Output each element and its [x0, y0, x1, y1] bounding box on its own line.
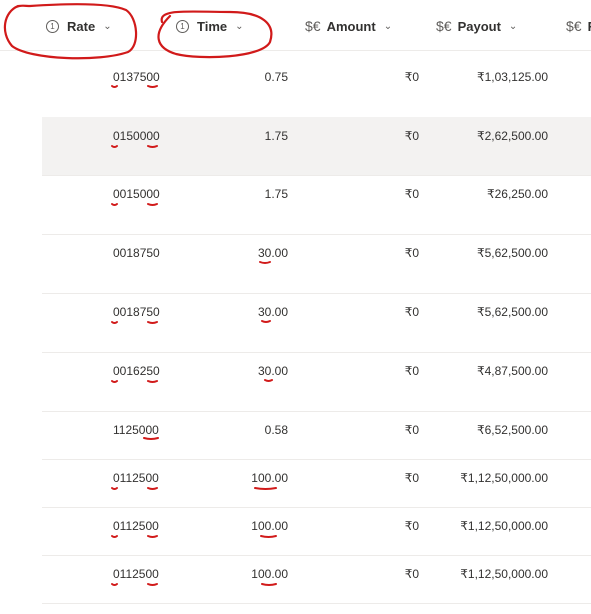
- column-header-amount[interactable]: $€ Amount ⌄: [305, 14, 392, 38]
- cell-time: 0.58: [264, 423, 288, 437]
- cell-payout: ₹26,250.00: [486, 187, 548, 201]
- cell-payout: ₹6,52,500.00: [476, 423, 548, 437]
- column-header-time[interactable]: 1 Time ⌄: [176, 14, 244, 38]
- currency-type-icon: $€: [566, 18, 582, 34]
- currency-type-icon: $€: [436, 18, 452, 34]
- cell-amount: ₹0: [404, 567, 419, 581]
- number-type-icon: 1: [46, 19, 59, 33]
- cell-amount: ₹0: [404, 187, 419, 201]
- cell-time: 30.00: [257, 364, 288, 378]
- number-type-icon: 1: [176, 19, 189, 33]
- cell-rate: 0018750: [113, 246, 160, 260]
- cell-payout: ₹1,03,125.00: [476, 70, 548, 84]
- chevron-down-icon: ⌄: [103, 20, 112, 32]
- cell-time: 100.00: [251, 519, 288, 533]
- column-label-time: Time: [197, 18, 228, 34]
- table-row[interactable]: 1125000 0.58 ₹0 ₹6,52,500.00: [42, 411, 591, 460]
- cell-amount: ₹0: [404, 129, 419, 143]
- cell-payout: ₹5,62,500.00: [476, 246, 548, 260]
- column-label-payout: Payout: [457, 18, 501, 34]
- cell-time: 1.75: [264, 187, 288, 201]
- column-header-rate[interactable]: 1 Rate ⌄: [46, 14, 112, 38]
- table-row[interactable]: 0112500 100.00 ₹0 ₹1,12,50,000.00: [42, 555, 591, 604]
- cell-payout: ₹5,62,500.00: [476, 305, 548, 319]
- cell-amount: ₹0: [404, 246, 419, 260]
- cell-time: 100.00: [251, 471, 288, 485]
- cell-payout: ₹2,62,500.00: [476, 129, 548, 143]
- cell-rate: 1125000: [113, 423, 159, 437]
- column-label-rate: Rate: [67, 18, 96, 34]
- cell-payout: ₹1,12,50,000.00: [460, 519, 548, 533]
- column-header-bar: 1 Rate ⌄ 1 Time ⌄ $€ Amount ⌄ $€ Payout …: [0, 0, 591, 51]
- cell-rate: 0112500: [113, 519, 159, 533]
- column-label-amount: Amount: [326, 18, 376, 34]
- table-row[interactable]: 0018750 30.00 ₹0 ₹5,62,500.00: [42, 234, 591, 294]
- table-row[interactable]: 0018750 30.00 ₹0 ₹5,62,500.00: [42, 293, 591, 353]
- column-label-partial: F: [588, 19, 591, 34]
- cell-rate: 0112500: [113, 567, 159, 581]
- cell-payout: ₹4,87,500.00: [476, 364, 548, 378]
- cell-time: 30.00: [257, 305, 288, 319]
- cell-amount: ₹0: [404, 423, 419, 437]
- column-header-payout[interactable]: $€ Payout ⌄: [436, 14, 517, 38]
- chevron-down-icon: ⌄: [383, 20, 393, 32]
- cell-rate: 0016250: [113, 364, 160, 378]
- table-row[interactable]: 0112500 100.00 ₹0 ₹1,12,50,000.00: [42, 459, 591, 508]
- currency-type-icon: $€: [305, 18, 321, 34]
- cell-rate: 0015000: [113, 187, 160, 201]
- table-row[interactable]: 0016250 30.00 ₹0 ₹4,87,500.00: [42, 352, 591, 412]
- cell-amount: ₹0: [404, 70, 419, 84]
- table-row[interactable]: 0112500 100.00 ₹0 ₹1,12,50,000.00: [42, 507, 591, 556]
- cell-rate: 0112500: [113, 471, 159, 485]
- cell-rate: 0150000: [113, 129, 160, 143]
- column-header-partial[interactable]: $€ F: [566, 14, 591, 38]
- cell-time: 100.00: [251, 567, 288, 581]
- cell-payout: ₹1,12,50,000.00: [460, 471, 548, 485]
- cell-rate: 0137500: [113, 70, 160, 84]
- cell-time: 1.75: [264, 129, 288, 143]
- table-row[interactable]: 0137500 0.75 ₹0 ₹1,03,125.00: [42, 50, 591, 118]
- chevron-down-icon: ⌄: [508, 20, 518, 32]
- cell-rate: 0018750: [113, 305, 160, 319]
- table-row[interactable]: 0150000 1.75 ₹0 ₹2,62,500.00: [42, 117, 591, 176]
- cell-amount: ₹0: [404, 305, 419, 319]
- cell-time: 30.00: [257, 246, 288, 260]
- chevron-down-icon: ⌄: [235, 20, 244, 32]
- cell-time: 0.75: [264, 70, 288, 84]
- cell-amount: ₹0: [404, 519, 419, 533]
- cell-payout: ₹1,12,50,000.00: [460, 567, 548, 581]
- cell-amount: ₹0: [404, 364, 419, 378]
- table-row[interactable]: 0015000 1.75 ₹0 ₹26,250.00: [42, 175, 591, 235]
- cell-amount: ₹0: [404, 471, 419, 485]
